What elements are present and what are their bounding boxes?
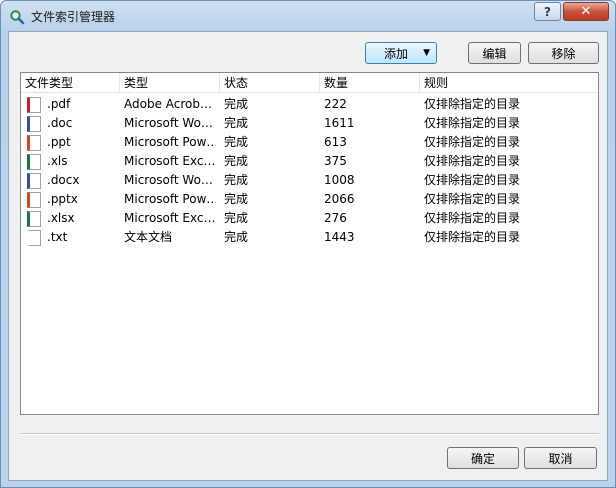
dialog-window: 文件索引管理器 ? ✕ 添加 ▼ 编辑 移除 文件类型 类型 状态 数量 规则 … bbox=[0, 0, 616, 488]
cell-type: 文本文档 bbox=[124, 230, 173, 244]
cell-count: 1611 bbox=[324, 116, 355, 130]
file-type-list[interactable]: 文件类型 类型 状态 数量 规则 .pdf Adobe Acrob… 完成 222 仅排… bbox=[20, 72, 599, 415]
cell-type: Microsoft Exc… bbox=[124, 211, 216, 225]
table-row[interactable]: .xls Microsoft Exc… 完成 375 仅排除指定的目录 bbox=[21, 152, 598, 171]
cell-type: Adobe Acrob… bbox=[124, 97, 212, 111]
help-icon: ? bbox=[544, 4, 551, 19]
cell-rule: 仅排除指定的目录 bbox=[424, 211, 521, 225]
cell-status: 完成 bbox=[224, 173, 249, 187]
table-row[interactable]: .docx Microsoft Wo… 完成 1008 仅排除指定的目录 bbox=[21, 171, 598, 190]
cell-ext: .xlsx bbox=[47, 211, 75, 225]
search-icon bbox=[10, 10, 25, 25]
docx-file-icon bbox=[27, 173, 41, 189]
cancel-button[interactable]: 取消 bbox=[524, 447, 597, 469]
ok-button[interactable]: 确定 bbox=[447, 447, 519, 469]
ppt-file-icon bbox=[27, 135, 41, 151]
table-row[interactable]: .xlsx Microsoft Exc… 完成 276 仅排除指定的目录 bbox=[21, 209, 598, 228]
cell-ext: .txt bbox=[47, 230, 68, 244]
cell-rule: 仅排除指定的目录 bbox=[424, 97, 521, 111]
table-row[interactable]: .pptx Microsoft Pow… 完成 2066 仅排除指定的目录 bbox=[21, 190, 598, 209]
xlsx-file-icon bbox=[27, 211, 41, 227]
cell-type: Microsoft Wo… bbox=[124, 116, 213, 130]
table-row[interactable]: .pdf Adobe Acrob… 完成 222 仅排除指定的目录 bbox=[21, 95, 598, 114]
cell-status: 完成 bbox=[224, 192, 249, 206]
list-header: 文件类型 类型 状态 数量 规则 bbox=[21, 73, 598, 93]
title-bar[interactable]: 文件索引管理器 ? ✕ bbox=[1, 1, 615, 31]
cell-ext: .pdf bbox=[47, 97, 71, 111]
cell-ext: .docx bbox=[47, 173, 80, 187]
cell-type: Microsoft Pow… bbox=[124, 135, 216, 149]
column-header-file-type[interactable]: 文件类型 bbox=[21, 73, 120, 93]
column-header-rule[interactable]: 规则 bbox=[420, 73, 598, 93]
pdf-file-icon bbox=[27, 97, 41, 113]
cell-ext: .ppt bbox=[47, 135, 71, 149]
cell-status: 完成 bbox=[224, 116, 249, 130]
cell-rule: 仅排除指定的目录 bbox=[424, 192, 521, 206]
cell-count: 613 bbox=[324, 135, 347, 149]
cell-status: 完成 bbox=[224, 97, 249, 111]
txt-file-icon bbox=[27, 230, 41, 246]
window-title: 文件索引管理器 bbox=[31, 10, 116, 24]
table-row[interactable]: .doc Microsoft Wo… 完成 1611 仅排除指定的目录 bbox=[21, 114, 598, 133]
close-icon: ✕ bbox=[580, 4, 592, 19]
close-button[interactable]: ✕ bbox=[563, 2, 609, 21]
cell-status: 完成 bbox=[224, 211, 249, 225]
add-button[interactable]: 添加 ▼ bbox=[365, 42, 437, 64]
column-header-type[interactable]: 类型 bbox=[120, 73, 220, 93]
cell-ext: .pptx bbox=[47, 192, 78, 206]
cell-rule: 仅排除指定的目录 bbox=[424, 173, 521, 187]
cell-type: Microsoft Wo… bbox=[124, 173, 213, 187]
footer-divider bbox=[20, 433, 599, 435]
cell-count: 1443 bbox=[324, 230, 355, 244]
cell-status: 完成 bbox=[224, 230, 249, 244]
cell-rule: 仅排除指定的目录 bbox=[424, 230, 521, 244]
dialog-content: 添加 ▼ 编辑 移除 文件类型 类型 状态 数量 规则 .pdf Adobe Ac… bbox=[8, 31, 608, 481]
add-button-label: 添加 bbox=[383, 46, 408, 61]
cell-ext: .doc bbox=[47, 116, 73, 130]
cell-rule: 仅排除指定的目录 bbox=[424, 135, 521, 149]
column-header-status[interactable]: 状态 bbox=[220, 73, 320, 93]
cell-count: 2066 bbox=[324, 192, 355, 206]
list-rows: .pdf Adobe Acrob… 完成 222 仅排除指定的目录 .doc Microso… bbox=[21, 95, 598, 247]
cell-status: 完成 bbox=[224, 135, 249, 149]
cell-count: 276 bbox=[324, 211, 347, 225]
table-row[interactable]: .ppt Microsoft Pow… 完成 613 仅排除指定的目录 bbox=[21, 133, 598, 152]
help-button[interactable]: ? bbox=[534, 2, 561, 21]
column-header-count[interactable]: 数量 bbox=[320, 73, 420, 93]
dropdown-arrow-icon[interactable]: ▼ bbox=[423, 48, 430, 58]
doc-file-icon bbox=[27, 116, 41, 132]
cell-count: 1008 bbox=[324, 173, 355, 187]
cell-rule: 仅排除指定的目录 bbox=[424, 154, 521, 168]
cell-rule: 仅排除指定的目录 bbox=[424, 116, 521, 130]
cell-status: 完成 bbox=[224, 154, 249, 168]
edit-button[interactable]: 编辑 bbox=[468, 42, 521, 64]
cell-type: Microsoft Pow… bbox=[124, 192, 216, 206]
cell-ext: .xls bbox=[47, 154, 68, 168]
cell-count: 375 bbox=[324, 154, 347, 168]
table-row[interactable]: .txt 文本文档 完成 1443 仅排除指定的目录 bbox=[21, 228, 598, 247]
cell-type: Microsoft Exc… bbox=[124, 154, 216, 168]
cell-count: 222 bbox=[324, 97, 347, 111]
remove-button[interactable]: 移除 bbox=[528, 42, 599, 64]
pptx-file-icon bbox=[27, 192, 41, 208]
xls-file-icon bbox=[27, 154, 41, 170]
